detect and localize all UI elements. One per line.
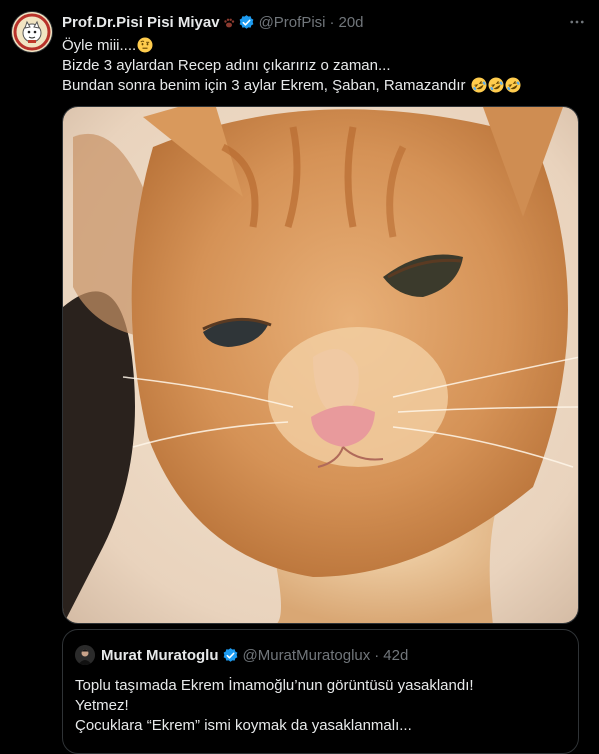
quoted-tweet-text: Toplu taşımada Ekrem İmamoğlu’nun görünt… [75,676,474,736]
quoted-tweet-line: Yetmez! [75,697,129,714]
author-name[interactable]: Prof.Dr.Pisi Pisi Miyav [62,14,220,31]
more-options-icon[interactable] [567,12,587,32]
tweet-line: Öyle miii.... [62,36,583,56]
author-avatar[interactable] [12,12,52,52]
tweet-line: Bizde 3 aylardan Recep adını çıkarırız o… [62,56,583,76]
rolling-laughing-emoji-icon [488,77,504,93]
tweet-timestamp[interactable]: 20d [339,14,364,31]
quoted-author-name[interactable]: Murat Muratoglu [101,647,219,664]
paw-icon [223,16,235,28]
verified-badge-icon[interactable] [238,14,255,31]
quoted-tweet-line: Toplu taşımada Ekrem İmamoğlu’nun görünt… [75,677,474,694]
tweet-line-text: Öyle miii.... [62,37,137,54]
rolling-laughing-emoji-icon [471,77,487,93]
quoted-author-handle[interactable]: @MuratMuratoglux [243,647,371,664]
tweet-photo[interactable] [62,106,579,624]
tweet-line-text: Bizde 3 aylardan Recep adını çıkarırız o… [62,57,391,74]
tweet-line: Bundan sonra benim için 3 aylar Ekrem, Ş… [62,76,583,96]
author-handle[interactable]: @ProfPisi [259,14,326,31]
tweet-header: Prof.Dr.Pisi Pisi Miyav @ProfPisi · 20d [62,12,559,32]
tweet[interactable]: Prof.Dr.Pisi Pisi Miyav @ProfPisi · 20d [0,0,599,754]
separator-dot: · [329,13,335,31]
verified-badge-icon[interactable] [222,647,239,664]
quoted-tweet-header: Murat Muratoglu @MuratMuratoglux · 42d [75,644,408,666]
rolling-laughing-emoji-icon [505,77,521,93]
tweet-text: Öyle miii.... Bizde 3 aylardan Recep adı… [62,36,583,96]
separator-dot: · [374,646,380,664]
quoted-author-avatar[interactable] [75,645,95,665]
quoted-tweet-line: Çocuklara “Ekrem” ismi koymak da yasakla… [75,717,412,734]
quoted-tweet[interactable]: Murat Muratoglu @MuratMuratoglux · 42d T… [62,629,579,754]
quoted-tweet-timestamp[interactable]: 42d [383,647,408,664]
raised-eyebrow-emoji-icon [137,37,153,53]
tweet-line-text: Bundan sonra benim için 3 aylar Ekrem, Ş… [62,77,466,94]
